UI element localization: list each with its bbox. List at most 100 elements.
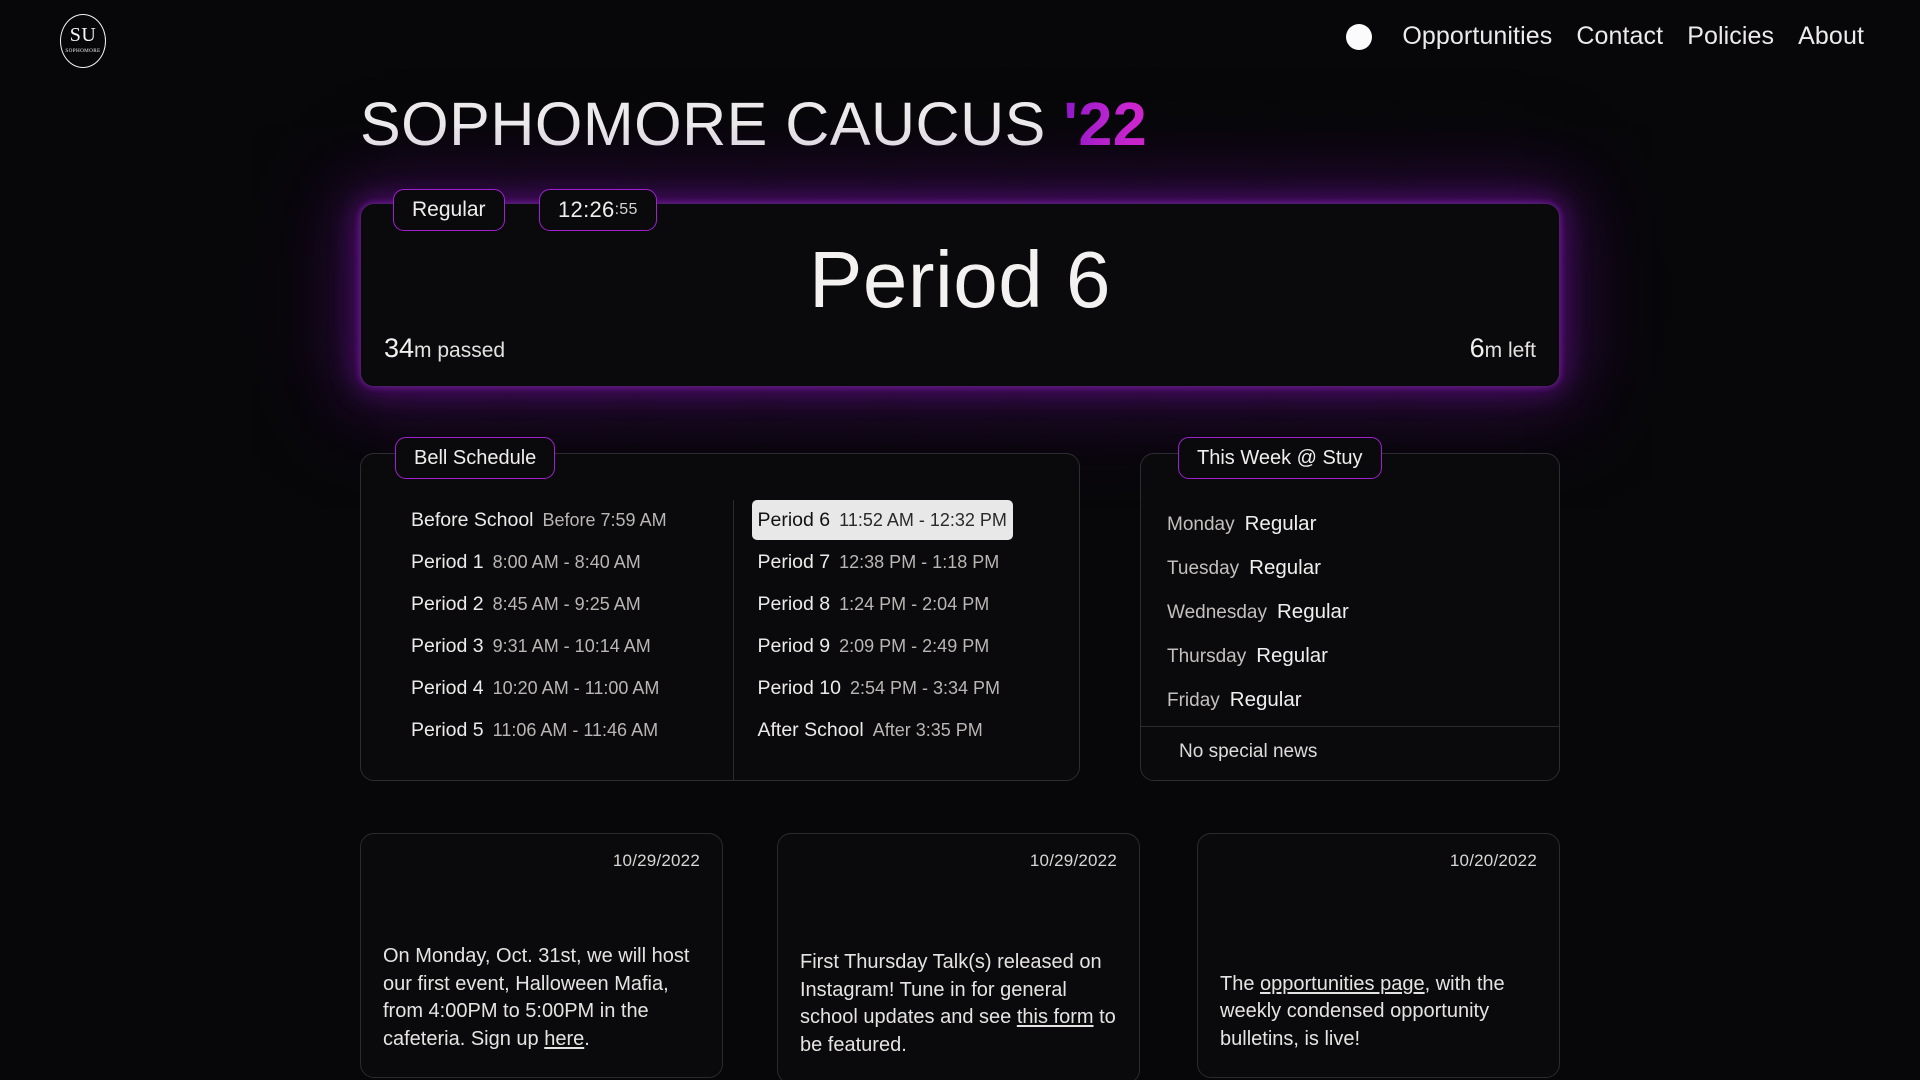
this-week-schedule-value: Regular bbox=[1256, 644, 1328, 667]
bell-schedule-row: Period 2 8:45 AM - 9:25 AM bbox=[405, 584, 647, 624]
page-title-main: SOPHOMORE CAUCUS bbox=[360, 90, 1064, 158]
this-week-tab[interactable]: This Week @ Stuy bbox=[1178, 437, 1382, 479]
clock-pill[interactable]: 12:26:55 bbox=[539, 189, 657, 231]
bell-schedule-tab[interactable]: Bell Schedule bbox=[395, 437, 556, 479]
bell-period-name: After School bbox=[757, 719, 864, 741]
bell-schedule-tab-label: Bell Schedule bbox=[414, 446, 537, 469]
nav-link-policies[interactable]: Policies bbox=[1687, 22, 1774, 51]
bell-period-time: After 3:35 PM bbox=[872, 720, 983, 740]
this-week-card: Monday Regular Tuesday Regular Wednesday Regu… bbox=[1140, 453, 1560, 781]
current-period-card: Period 6 34m passed 6m left bbox=[360, 203, 1560, 387]
bell-schedule-row: Period 4 10:20 AM - 11:00 AM bbox=[405, 668, 665, 708]
site-logo[interactable]: SU SOPHOMORE bbox=[57, 12, 109, 70]
this-week-day-label: Tuesday bbox=[1167, 558, 1240, 579]
this-week-day-list: Monday Regular Tuesday Regular Wednesday Regu… bbox=[1141, 502, 1559, 722]
news-card-link[interactable]: opportunities page bbox=[1260, 973, 1425, 995]
bell-period-name: Period 1 bbox=[411, 551, 484, 573]
bell-period-name: Before School bbox=[411, 509, 534, 531]
bell-period-time: 8:00 AM - 8:40 AM bbox=[492, 552, 641, 572]
bell-period-time: 1:24 PM - 2:04 PM bbox=[839, 594, 990, 614]
nav-link-opportunities[interactable]: Opportunities bbox=[1402, 22, 1552, 51]
bell-schedule-row: Period 8 1:24 PM - 2:04 PM bbox=[752, 584, 996, 624]
bell-period-name: Period 9 bbox=[757, 635, 831, 657]
clock-hours-minutes: 12:26 bbox=[558, 197, 615, 222]
news-card-link[interactable]: here bbox=[544, 1028, 584, 1050]
nav-links-group: Opportunities Contact Policies About bbox=[1346, 22, 1864, 51]
logo-subtitle: SOPHOMORE bbox=[65, 47, 101, 55]
news-card-date: 10/29/2022 bbox=[1029, 851, 1117, 870]
bell-schedule-column-left: Before School Before 7:59 AM Period 1 8:00 … bbox=[361, 500, 733, 780]
current-period-name: Period 6 bbox=[809, 235, 1111, 324]
bell-schedule-card: Before School Before 7:59 AM Period 1 8:00 … bbox=[360, 453, 1080, 781]
bell-period-time: 11:06 AM - 11:46 AM bbox=[492, 720, 659, 740]
bell-period-name: Period 6 bbox=[757, 509, 831, 531]
this-week-schedule-value: Regular bbox=[1277, 600, 1349, 623]
news-card: 10/29/2022 First Thursday Talk(s) releas… bbox=[777, 833, 1140, 1080]
news-card-text: The opportunities page, with the weekly … bbox=[1220, 971, 1537, 1053]
bell-schedule-body: Before School Before 7:59 AM Period 1 8:00 … bbox=[361, 500, 1079, 780]
time-remaining: 6m left bbox=[1470, 333, 1536, 364]
bell-schedule-column-right: Period 6 11:52 AM - 12:32 PM Period 7 12:38… bbox=[732, 500, 1080, 780]
this-week-schedule-value: Regular bbox=[1249, 556, 1321, 579]
this-week-day-label: Friday bbox=[1167, 690, 1220, 711]
top-navigation-bar: SU SOPHOMORE Opportunities Contact Polic… bbox=[0, 0, 1920, 84]
time-remaining-value: 6 bbox=[1469, 333, 1485, 363]
this-week-news-note: No special news bbox=[1179, 741, 1318, 762]
time-elapsed: 34m passed bbox=[384, 333, 505, 364]
this-week-divider bbox=[1141, 726, 1559, 728]
news-card-date: 10/20/2022 bbox=[1449, 851, 1537, 870]
clock-seconds: :55 bbox=[614, 201, 638, 218]
page-title: SOPHOMORE CAUCUS '22 bbox=[360, 89, 1147, 159]
news-card: 10/20/2022 The opportunities page, with … bbox=[1197, 833, 1560, 1078]
news-card-text-run: . bbox=[584, 1027, 590, 1050]
bell-schedule-row: Period 9 2:09 PM - 2:49 PM bbox=[752, 626, 996, 666]
bell-schedule-row: Period 1 8:00 AM - 8:40 AM bbox=[405, 542, 647, 582]
news-card-text-run: The bbox=[1220, 972, 1261, 995]
schedule-type-pill[interactable]: Regular bbox=[393, 189, 505, 231]
bell-schedule-row: Period 3 9:31 AM - 10:14 AM bbox=[405, 626, 657, 666]
bell-period-time: 9:31 AM - 10:14 AM bbox=[492, 636, 651, 656]
this-week-day-label: Wednesday bbox=[1167, 602, 1267, 623]
bell-period-name: Period 8 bbox=[757, 593, 831, 615]
news-card-date: 10/29/2022 bbox=[612, 851, 700, 870]
news-card: 10/29/2022 On Monday, Oct. 31st, we will… bbox=[360, 833, 723, 1078]
bell-period-time: 2:54 PM - 3:34 PM bbox=[849, 678, 1001, 698]
this-week-row: Tuesday Regular bbox=[1167, 546, 1533, 590]
schedule-type-label: Regular bbox=[412, 198, 486, 221]
su-oval-logo-icon: SU SOPHOMORE bbox=[60, 14, 106, 68]
news-card-text: First Thursday Talk(s) released on Insta… bbox=[800, 949, 1117, 1059]
bell-period-name: Period 5 bbox=[411, 719, 484, 741]
this-week-day-label: Thursday bbox=[1167, 646, 1247, 667]
bell-period-time: 8:45 AM - 9:25 AM bbox=[492, 594, 641, 614]
bell-period-time: 11:52 AM - 12:32 PM bbox=[839, 510, 1007, 530]
this-week-row: Thursday Regular bbox=[1167, 634, 1533, 678]
bell-schedule-row: Period 10 2:54 PM - 3:34 PM bbox=[752, 668, 1007, 708]
bell-schedule-row: Before School Before 7:59 AM bbox=[405, 500, 673, 540]
bell-schedule-row-active: Period 6 11:52 AM - 12:32 PM bbox=[751, 500, 1013, 540]
bell-period-name: Period 2 bbox=[411, 593, 484, 615]
this-week-day-label: Monday bbox=[1167, 514, 1235, 535]
this-week-schedule-value: Regular bbox=[1244, 512, 1317, 535]
bell-period-name: Period 7 bbox=[757, 551, 831, 573]
bell-period-time: Before 7:59 AM bbox=[542, 510, 667, 530]
status-dot-icon[interactable] bbox=[1346, 23, 1373, 50]
news-card-text: On Monday, Oct. 31st, we will host our f… bbox=[383, 943, 700, 1053]
this-week-row: Wednesday Regular bbox=[1167, 590, 1533, 634]
time-elapsed-value: 34 bbox=[384, 333, 415, 363]
this-week-tab-label: This Week @ Stuy bbox=[1197, 446, 1363, 469]
bell-period-time: 10:20 AM - 11:00 AM bbox=[492, 678, 660, 698]
nav-link-about[interactable]: About bbox=[1798, 22, 1864, 51]
bell-schedule-row: Period 5 11:06 AM - 11:46 AM bbox=[405, 710, 664, 750]
bell-period-name: Period 10 bbox=[757, 677, 841, 699]
bell-period-name: Period 3 bbox=[411, 635, 484, 657]
news-card-link[interactable]: this form bbox=[1017, 1006, 1094, 1028]
this-week-schedule-value: Regular bbox=[1229, 688, 1302, 711]
bell-period-time: 2:09 PM - 2:49 PM bbox=[839, 636, 990, 656]
bell-schedule-row: After School After 3:35 PM bbox=[752, 710, 989, 750]
nav-link-contact[interactable]: Contact bbox=[1576, 22, 1663, 51]
this-week-row: Monday Regular bbox=[1167, 502, 1533, 546]
time-remaining-label: m left bbox=[1484, 339, 1536, 362]
logo-initials: SU bbox=[69, 24, 97, 46]
time-elapsed-label: m passed bbox=[414, 339, 506, 362]
bell-schedule-row: Period 7 12:38 PM - 1:18 PM bbox=[752, 542, 1006, 582]
